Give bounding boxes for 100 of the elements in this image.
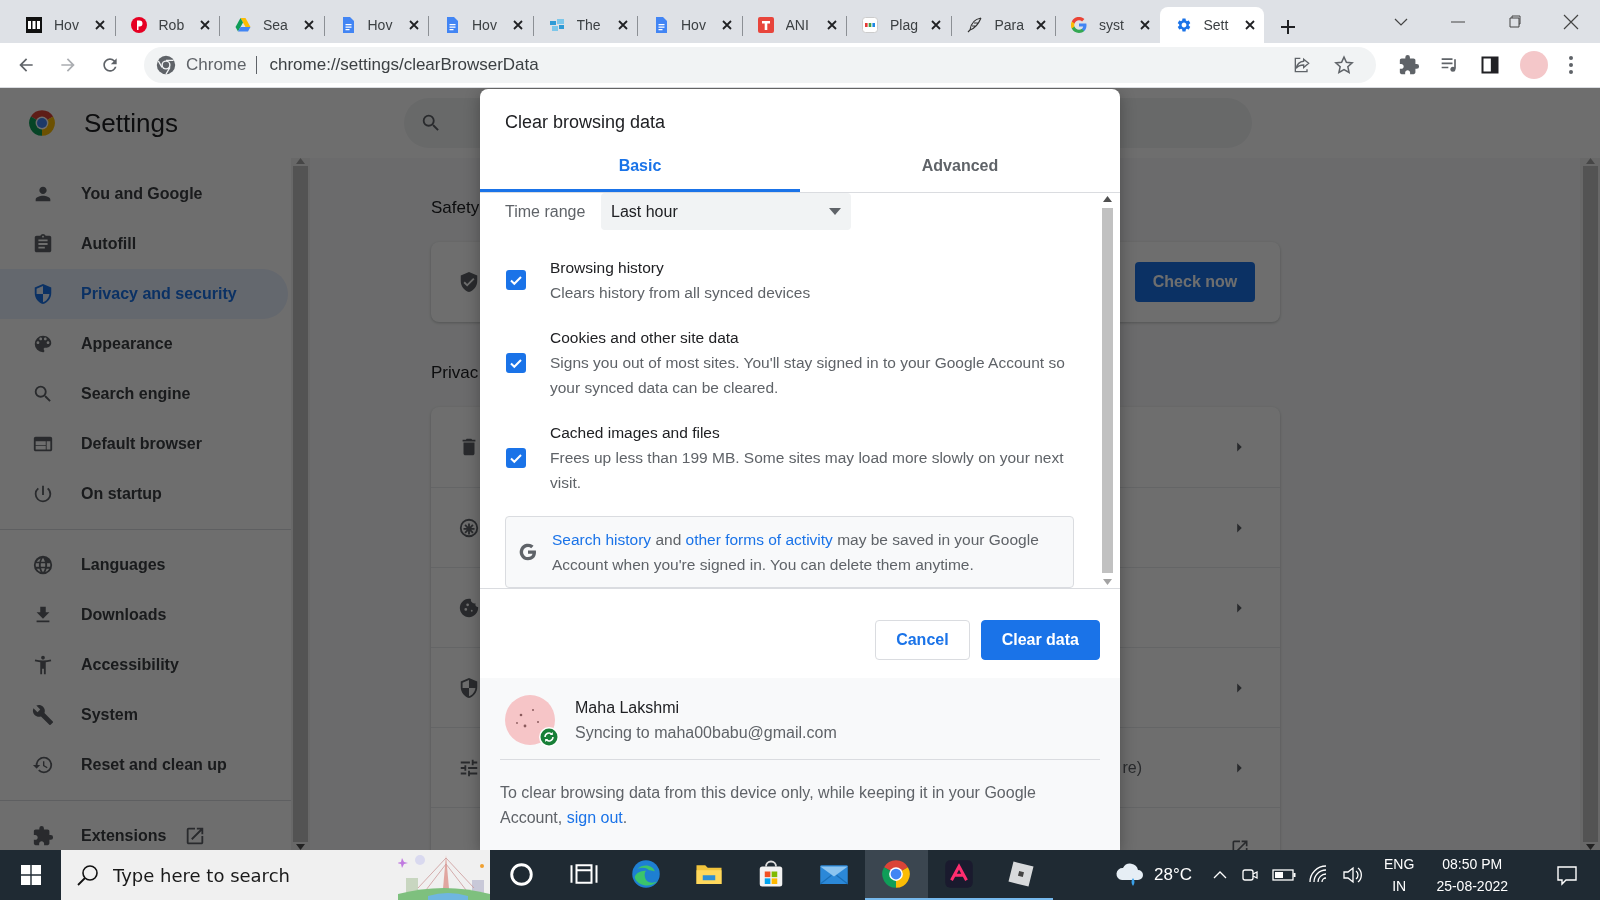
star-icon[interactable] <box>1334 55 1354 75</box>
clock-date[interactable]: 25-08-2022 <box>1436 875 1508 897</box>
option-title: Cached images and files <box>550 423 721 443</box>
reload-icon[interactable] <box>100 55 120 75</box>
sidebar-item[interactable]: System <box>0 690 288 740</box>
restore-icon[interactable] <box>1507 14 1521 29</box>
browser-tab[interactable]: Hov <box>10 7 115 43</box>
sidebar-item[interactable]: Extensions <box>0 811 288 850</box>
sidebar-item[interactable]: Reset and clean up <box>0 740 288 790</box>
wrench-icon <box>32 704 54 726</box>
address-bar[interactable]: Chrome chrome://settings/clearBrowserData <box>144 47 1376 83</box>
browser-tab[interactable]: Para <box>950 7 1055 43</box>
language-indicator[interactable]: ENG <box>1384 853 1415 875</box>
sidebar-item[interactable]: Downloads <box>0 590 288 640</box>
close-icon[interactable] <box>825 19 838 31</box>
more-menu-icon[interactable] <box>1568 55 1574 75</box>
scrollbar[interactable] <box>291 158 310 850</box>
close-icon[interactable] <box>303 19 315 31</box>
link[interactable]: other forms of activity <box>685 531 833 548</box>
browser-tab[interactable]: Sett <box>1159 7 1264 43</box>
scrollbar[interactable] <box>1099 193 1116 588</box>
page-title: Settings <box>84 107 179 139</box>
link[interactable]: sign out <box>566 809 623 826</box>
browser-tab[interactable]: Hov <box>323 7 428 43</box>
close-icon[interactable] <box>1243 19 1256 31</box>
clock-time[interactable]: 08:50 PM <box>1442 853 1503 875</box>
option-description: Frees up less than 199 MB. Some sites may load more slowly on your next visit. <box>550 448 1065 493</box>
sync-badge-icon <box>539 727 559 747</box>
scroll-up-icon[interactable] <box>1103 196 1112 202</box>
document-icon <box>444 17 460 33</box>
chrome-logo-icon <box>28 109 56 137</box>
account-name: Maha Lakshmi <box>575 698 681 718</box>
section-heading: Safety <box>431 197 480 219</box>
region-indicator[interactable]: IN <box>1392 875 1407 897</box>
sidebar-item[interactable]: You and Google <box>0 169 288 219</box>
clear-data-button[interactable]: Clear data <box>980 620 1100 660</box>
square-logo-icon <box>26 17 42 33</box>
notification-icon[interactable] <box>1556 864 1578 886</box>
option-description: Clears history from all synced devices <box>550 283 812 303</box>
sidebar-item[interactable]: On startup <box>0 469 288 519</box>
notice-text: Search history and other forms of activity may be saved in your Google Account when you're signed in. You can delete them anytime. <box>552 530 1040 575</box>
tab[interactable]: Advanced <box>800 142 1120 192</box>
search-bar[interactable]: Type here to search <box>61 850 490 900</box>
sidebar-item[interactable]: Accessibility <box>0 640 288 690</box>
browser-tab[interactable]: syst <box>1055 7 1160 43</box>
sidebar-item[interactable]: Appearance <box>0 319 288 369</box>
close-icon[interactable] <box>616 19 629 31</box>
round-logo-icon <box>130 17 147 33</box>
share-icon[interactable] <box>1292 55 1312 75</box>
check-now-button[interactable]: Check now <box>1135 262 1255 302</box>
url-text: chrome://settings/clearBrowserData <box>269 55 540 75</box>
checkbox[interactable] <box>506 352 526 373</box>
browser-tab[interactable]: The <box>532 7 637 43</box>
checkbox[interactable] <box>506 447 526 468</box>
time-range-dropdown[interactable]: Last hour <box>601 193 851 230</box>
close-icon[interactable] <box>512 19 524 31</box>
cancel-button[interactable]: Cancel <box>875 620 970 660</box>
sidebar-item[interactable]: Languages <box>0 540 288 590</box>
puzzle-icon[interactable] <box>1398 54 1420 76</box>
option-title: Cookies and other site data <box>550 328 740 348</box>
close-icon[interactable] <box>198 19 211 31</box>
checkbox[interactable] <box>506 270 526 290</box>
tile-logo-icon <box>862 17 878 33</box>
dialog-title: Clear browsing data <box>505 111 666 133</box>
sidebar-item[interactable]: Default browser <box>0 419 288 469</box>
row-text: re) <box>1122 758 1142 777</box>
field-label: Time range <box>505 202 587 221</box>
search-icon <box>420 112 442 134</box>
site-label: Chrome <box>186 56 258 74</box>
close-icon[interactable] <box>407 19 420 31</box>
browser-tab[interactable]: Sea <box>219 7 324 43</box>
temperature: 28°C <box>1154 865 1193 885</box>
close-icon[interactable] <box>721 19 733 31</box>
tile-logo-icon <box>757 17 774 33</box>
sidebar-item[interactable]: Privacy and security <box>0 269 288 319</box>
ring-icon <box>509 862 533 886</box>
close-icon[interactable] <box>930 19 942 31</box>
globe-icon <box>32 554 54 576</box>
windows-logo-icon[interactable] <box>20 865 41 885</box>
browser-tab[interactable]: Plag <box>846 7 951 43</box>
link[interactable]: Search history <box>552 531 652 548</box>
side-panel-icon[interactable] <box>1480 55 1500 75</box>
browser-tab[interactable]: Rob <box>114 7 219 43</box>
close-icon[interactable] <box>94 19 106 31</box>
sidebar-item[interactable]: Search engine <box>0 369 288 419</box>
volume-icon[interactable] <box>1342 865 1363 885</box>
chrome-logo-icon <box>881 859 912 889</box>
search-icon <box>32 383 54 405</box>
chrome-logo-icon <box>156 55 176 75</box>
close-icon[interactable] <box>1139 19 1151 31</box>
close-icon[interactable] <box>1034 19 1047 31</box>
browser-tab[interactable]: Hov <box>428 7 533 43</box>
sidebar-item[interactable]: Autofill <box>0 219 288 269</box>
search-field[interactable]: Type here to search <box>111 863 365 887</box>
new-tab-icon[interactable] <box>1280 19 1296 35</box>
browser-tab[interactable]: ANI <box>741 7 846 43</box>
scrollbar[interactable] <box>1580 158 1600 850</box>
avatar <box>505 695 555 745</box>
close-icon[interactable] <box>1563 13 1579 30</box>
browser-tab[interactable]: Hov <box>637 7 742 43</box>
